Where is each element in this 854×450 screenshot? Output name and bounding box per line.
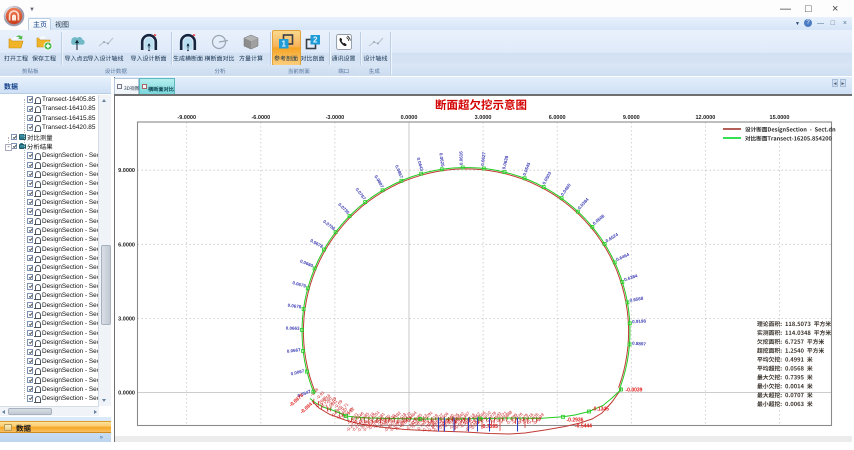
- svg-text:0.0736: 0.0736: [337, 202, 351, 216]
- svg-text:0.0508: 0.0508: [592, 213, 606, 226]
- svg-text:0.6524: 0.6524: [605, 232, 620, 244]
- svg-text:0.0503: 0.0503: [541, 170, 552, 185]
- svg-text:0.0807: 0.0807: [373, 174, 385, 189]
- svg-text:6.0000: 6.0000: [118, 242, 135, 248]
- svg-text:0.0767: 0.0767: [354, 187, 367, 201]
- svg-text:-6.0000: -6.0000: [251, 115, 270, 121]
- svg-text:-0.1345: -0.1345: [592, 407, 609, 413]
- svg-text:0.0625: 0.0625: [438, 153, 445, 168]
- svg-text:9.0000: 9.0000: [623, 115, 640, 121]
- svg-text:0.0643: 0.0643: [416, 157, 425, 172]
- svg-text:0.0663: 0.0663: [286, 326, 300, 331]
- svg-text:-0.7395: -0.7395: [481, 424, 498, 430]
- svg-text:-3.0000: -3.0000: [326, 115, 345, 121]
- svg-text:3.0000: 3.0000: [118, 316, 135, 322]
- svg-text:3.0000: 3.0000: [475, 115, 492, 121]
- svg-text:0.0000: 0.0000: [118, 391, 135, 397]
- svg-text:0.6464: 0.6464: [615, 252, 630, 263]
- svg-text:0.0545: 0.0545: [522, 161, 532, 176]
- svg-text:0.0667: 0.0667: [287, 347, 302, 354]
- svg-text:0.0000: 0.0000: [401, 115, 418, 121]
- svg-text:0.8897: 0.8897: [632, 341, 647, 347]
- svg-text:0.9198: 0.9198: [632, 318, 646, 324]
- svg-text:0.0067: 0.0067: [290, 368, 305, 376]
- svg-text:0.0680: 0.0680: [299, 258, 314, 268]
- svg-text:0.0706: 0.0706: [322, 219, 336, 232]
- svg-text:-0.5444: -0.5444: [575, 424, 592, 430]
- svg-text:-0.094: -0.094: [299, 401, 314, 415]
- svg-text:15.0000: 15.0000: [770, 115, 790, 121]
- svg-text:0.0678: 0.0678: [309, 238, 324, 249]
- svg-text:6.0000: 6.0000: [549, 115, 566, 121]
- svg-text:-0.0039: -0.0039: [626, 388, 643, 394]
- svg-text:0.0465: 0.0465: [560, 182, 572, 197]
- svg-text:12.0000: 12.0000: [695, 115, 715, 121]
- svg-text:0.0679: 0.0679: [292, 280, 307, 289]
- svg-text:0.6568: 0.6568: [629, 296, 644, 303]
- svg-text:0.0678: 0.0678: [287, 303, 302, 310]
- svg-text:-9.0000: -9.0000: [177, 115, 196, 121]
- svg-text:9.0000: 9.0000: [118, 168, 135, 174]
- svg-text:0.0638: 0.0638: [501, 155, 509, 170]
- svg-text:0.0867: 0.0867: [394, 164, 404, 179]
- svg-text:0.6384: 0.6384: [623, 273, 638, 282]
- svg-text:0.0616: 0.0616: [458, 151, 463, 165]
- svg-text:0.0384: 0.0384: [577, 197, 590, 211]
- svg-text:0.0627: 0.0627: [480, 151, 487, 166]
